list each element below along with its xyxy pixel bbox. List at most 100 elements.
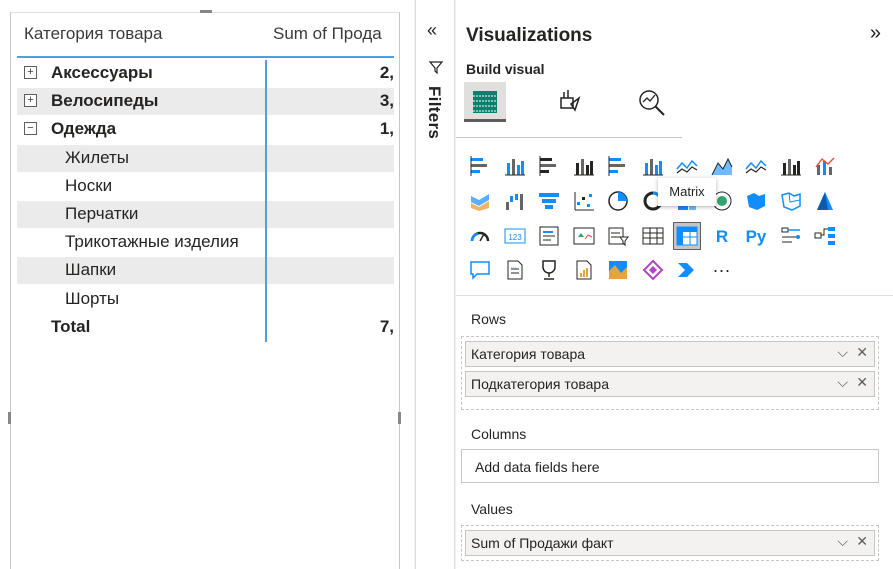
resize-handle-left[interactable] [8, 412, 11, 424]
row-label: Перчатки [65, 204, 139, 223]
line-clustered-column-icon[interactable] [777, 152, 805, 180]
chevron-down-icon[interactable]: ⌵ [837, 533, 848, 550]
svg-text:...: ... [511, 264, 516, 270]
row-label: Носки [65, 175, 113, 195]
row-value: 1, [379, 119, 394, 139]
values-header: Values [471, 501, 513, 517]
100-stacked-bar-icon[interactable] [604, 152, 632, 180]
row-label: Трикотажные изделия [65, 232, 239, 252]
matrix-subcategory-row[interactable]: Шапки [17, 257, 394, 285]
visual-type-gallery: 123 R Py... ··· Matrix [456, 138, 893, 296]
funnel-icon[interactable] [535, 187, 563, 215]
columns-placeholder: Add data fields here [475, 459, 600, 475]
line-chart-icon[interactable] [673, 152, 701, 180]
field-wells: Rows Категория товара ⌵ ✕ Подкатегория т… [456, 296, 893, 569]
visualizations-pane: Visualizations » Build visual 123 R Py... ·… [456, 0, 893, 569]
matrix-subcategory-row[interactable]: Носки [17, 173, 394, 200]
resize-handle-right[interactable] [398, 412, 401, 424]
paginated-report-icon[interactable] [570, 256, 598, 284]
table-icon[interactable] [639, 222, 667, 250]
stacked-column-icon[interactable] [501, 152, 529, 180]
rows-field-subcategory[interactable]: Подкатегория товара ⌵ ✕ [465, 371, 875, 397]
key-influencers-icon[interactable] [777, 222, 805, 250]
expand-plus-icon[interactable]: + [24, 66, 37, 79]
chevron-down-icon[interactable]: ⌵ [837, 374, 848, 391]
matrix-category-row[interactable]: + Аксессуары 2, [17, 60, 394, 87]
values-well[interactable]: Sum of Продажи факт ⌵ ✕ [461, 525, 879, 561]
matrix-subcategory-row[interactable]: Трикотажные изделия [17, 229, 394, 256]
rows-header: Rows [471, 311, 507, 327]
matrix-subcategory-row[interactable]: Перчатки [17, 201, 394, 228]
column-separator[interactable] [265, 60, 267, 342]
shape-map-icon[interactable] [777, 187, 805, 215]
matrix-icon[interactable] [673, 222, 701, 250]
ribbon-chart-icon[interactable] [466, 187, 494, 215]
filters-label[interactable]: Filters [424, 86, 444, 139]
kpi-icon[interactable] [570, 222, 598, 250]
matrix-header-sum[interactable]: Sum of Прода [273, 24, 394, 44]
smart-narrative-icon[interactable]: ... [501, 256, 529, 284]
python-visual-icon[interactable]: Py [742, 222, 770, 250]
resize-handle-top[interactable] [200, 10, 212, 13]
card-icon[interactable]: 123 [501, 222, 529, 250]
qa-icon[interactable] [466, 256, 494, 284]
total-value: 7, [379, 316, 394, 336]
goals-icon[interactable] [535, 256, 563, 284]
format-visual-tab[interactable] [548, 82, 590, 122]
area-chart-icon[interactable] [708, 152, 736, 180]
filters-pane[interactable]: « Filters [415, 0, 455, 569]
multi-row-card-icon[interactable] [535, 222, 563, 250]
svg-text:Py: Py [746, 227, 767, 246]
line-stacked-column-icon[interactable] [811, 152, 839, 180]
filled-map-icon[interactable] [742, 187, 770, 215]
power-apps-icon[interactable] [639, 256, 667, 284]
matrix-category-row[interactable]: + Велосипеды 3, [17, 88, 394, 116]
clustered-column-icon[interactable] [570, 152, 598, 180]
remove-field-icon[interactable]: ✕ [856, 344, 868, 361]
values-field-sum[interactable]: Sum of Продажи факт ⌵ ✕ [465, 530, 875, 556]
stacked-area-icon[interactable] [742, 152, 770, 180]
rows-well[interactable]: Категория товара ⌵ ✕ Подкатегория товара… [461, 336, 879, 410]
scatter-icon[interactable] [570, 187, 598, 215]
stacked-bar-icon[interactable] [466, 152, 494, 180]
row-label: Жилеты [65, 147, 130, 167]
arcgis-icon[interactable] [604, 256, 632, 284]
matrix-total-row: Total 7, [17, 314, 394, 341]
matrix-header-category[interactable]: Категория товара [24, 24, 162, 44]
collapse-filters-icon[interactable]: « [427, 20, 437, 41]
decomposition-tree-icon[interactable] [811, 222, 839, 250]
matrix-category-row[interactable]: − Одежда 1, [17, 116, 394, 143]
azure-map-icon[interactable] [811, 187, 839, 215]
rows-field-category[interactable]: Категория товара ⌵ ✕ [465, 341, 875, 367]
analytics-tab[interactable] [630, 82, 672, 122]
expand-pane-icon[interactable]: » [870, 22, 881, 45]
slicer-icon[interactable] [604, 222, 632, 250]
build-visual-tab[interactable] [464, 82, 506, 122]
waterfall-icon[interactable] [501, 187, 529, 215]
clustered-bar-icon[interactable] [535, 152, 563, 180]
row-value: 3, [379, 91, 394, 111]
row-value: 2, [379, 63, 394, 82]
expand-plus-icon[interactable]: + [24, 94, 37, 108]
more-visuals-icon[interactable]: ··· [708, 256, 736, 284]
svg-text:123: 123 [508, 233, 522, 242]
columns-well[interactable]: Add data fields here [461, 449, 879, 483]
collapse-minus-icon[interactable]: − [24, 122, 37, 136]
gauge-icon[interactable] [466, 222, 494, 250]
row-label: Велосипеды [51, 91, 159, 111]
matrix-subcategory-row[interactable]: Шорты [17, 286, 394, 313]
power-automate-icon[interactable] [673, 256, 701, 284]
total-label: Total [51, 316, 91, 336]
svg-text:R: R [715, 227, 727, 246]
viz-title: Visualizations [466, 25, 593, 46]
100-stacked-column-icon[interactable] [639, 152, 667, 180]
chevron-down-icon[interactable]: ⌵ [837, 344, 848, 361]
pie-icon[interactable] [604, 187, 632, 215]
matrix-subcategory-row[interactable]: Жилеты [17, 144, 394, 172]
remove-field-icon[interactable]: ✕ [856, 374, 868, 391]
viz-header: Visualizations » Build visual [456, 0, 893, 138]
row-label: Шапки [65, 260, 117, 280]
matrix-tooltip: Matrix [658, 178, 716, 206]
remove-field-icon[interactable]: ✕ [856, 533, 868, 550]
r-visual-icon[interactable]: R [708, 222, 736, 250]
